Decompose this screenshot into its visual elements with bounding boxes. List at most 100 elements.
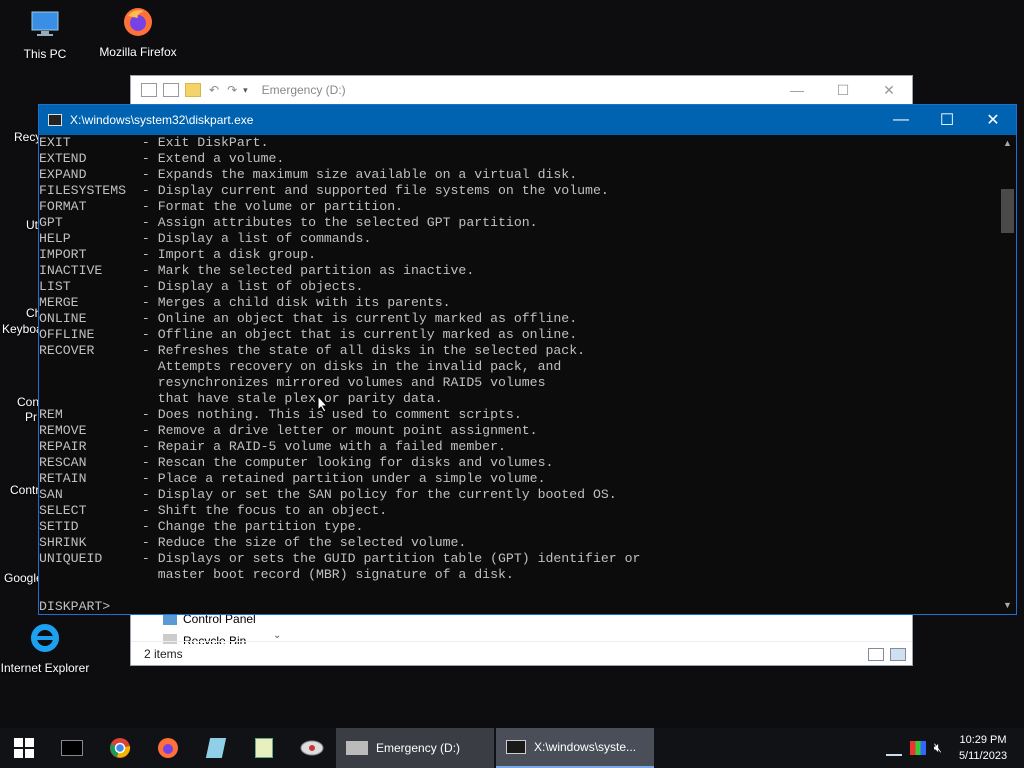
console-line: IMPORT - Import a disk group. <box>39 247 316 262</box>
desktop-icon-utilities[interactable]: Ut <box>26 218 38 232</box>
undo-icon[interactable]: ↶ <box>209 83 219 97</box>
console-line: that have stale plex or parity data. <box>39 391 443 406</box>
desktop-icon-label: Internet Explorer <box>0 661 90 675</box>
console-line: SETID - Change the partition type. <box>39 519 364 534</box>
console-line: UNIQUEID - Displays or sets the GUID par… <box>39 551 641 566</box>
taskbar: Emergency (D:) X:\windows\syste... 🔇︎ 10… <box>0 728 1024 768</box>
command-prompt-icon <box>61 740 83 756</box>
scroll-up-icon[interactable]: ▲ <box>999 135 1016 152</box>
console-line: OFFLINE - Offline an object that is curr… <box>39 327 578 342</box>
console-title: X:\windows\system32\diskpart.exe <box>70 113 254 127</box>
console-line: LIST - Display a list of objects. <box>39 279 364 294</box>
color-app-icon[interactable] <box>909 741 926 755</box>
desktop-icon-firefox[interactable]: Mozilla Firefox <box>93 6 183 59</box>
taskbar-editor-button[interactable] <box>240 728 288 768</box>
drive-icon <box>346 741 368 755</box>
notepad-plus-icon <box>255 738 273 758</box>
console-line: REM - Does nothing. This is used to comm… <box>39 407 522 422</box>
this-pc-icon <box>31 11 59 36</box>
clock[interactable]: 10:29 PM 5/11/2023 <box>950 732 1016 764</box>
console-close-button[interactable]: ✕ <box>970 105 1016 135</box>
taskbar-chrome-button[interactable] <box>96 728 144 768</box>
console-line: Attempts recovery on disks in the invali… <box>39 359 562 374</box>
windows-logo-icon <box>14 738 34 758</box>
console-icon <box>48 114 62 126</box>
network-icon[interactable] <box>885 740 902 756</box>
console-line: FORMAT - Format the volume or partition. <box>39 199 404 214</box>
console-line: master boot record (MBR) signature of a … <box>39 567 514 582</box>
console-line: resynchronizes mirrored volumes and RAID… <box>39 375 546 390</box>
taskbar-notepad-button[interactable] <box>192 728 240 768</box>
clock-date: 5/11/2023 <box>958 750 1008 762</box>
console-line: DISKPART> <box>39 599 111 614</box>
scroll-thumb[interactable] <box>1001 189 1014 233</box>
volume-muted-icon[interactable]: 🔇︎ <box>934 740 942 756</box>
explorer-title: Emergency (D:) <box>261 83 346 97</box>
desktop-icon-keyboard[interactable]: Keyboa <box>2 322 43 336</box>
desktop-icon-console[interactable]: Con <box>17 395 39 409</box>
console-minimize-button[interactable]: — <box>878 105 924 135</box>
console-line: RETAIN - Place a retained partition unde… <box>39 471 546 486</box>
console-line: RESCAN - Rescan the computer looking for… <box>39 455 554 470</box>
chrome-icon <box>110 738 131 758</box>
properties-icon[interactable] <box>163 83 179 97</box>
desktop-icon-label: Mozilla Firefox <box>99 45 177 59</box>
task-label: Emergency (D:) <box>376 741 461 755</box>
desktop-icon-internet-explorer[interactable]: Internet Explorer <box>0 622 90 675</box>
console-output[interactable]: EXIT - Exit DiskPart. EXTEND - Extend a v… <box>39 135 999 614</box>
clock-time: 10:29 PM <box>959 734 1007 746</box>
start-button[interactable] <box>0 728 48 768</box>
firefox-icon <box>124 8 152 36</box>
console-line: GPT - Assign attributes to the selected … <box>39 215 538 230</box>
console-line: HELP - Display a list of commands. <box>39 231 372 246</box>
item-count: 2 items <box>144 646 183 661</box>
taskbar-tool-button[interactable] <box>288 728 336 768</box>
taskbar-task-explorer[interactable]: Emergency (D:) <box>336 728 494 768</box>
large-icons-view-icon[interactable] <box>890 648 906 661</box>
drive-icon <box>141 83 157 97</box>
system-tray: 🔇︎ 10:29 PM 5/11/2023 <box>885 728 1024 768</box>
console-line: SAN - Display or set the SAN policy for … <box>39 487 617 502</box>
console-line: SHRINK - Reduce the size of the selected… <box>39 535 467 550</box>
nav-scroll-down-icon[interactable]: ⌄ <box>273 630 281 641</box>
desktop-icon-control[interactable]: Contr <box>10 483 39 497</box>
console-line: EXIT - Exit DiskPart. <box>39 135 269 150</box>
taskbar-cmd-button[interactable] <box>48 728 96 768</box>
desktop-icon-this-pc[interactable]: This PC <box>0 8 90 61</box>
console-maximize-button[interactable]: ☐ <box>924 105 970 135</box>
details-view-icon[interactable] <box>868 648 884 661</box>
firefox-icon <box>158 738 178 758</box>
folder-icon[interactable] <box>185 83 201 97</box>
console-line: ONLINE - Online an object that is curren… <box>39 311 578 326</box>
task-label: X:\windows\syste... <box>534 740 637 754</box>
console-line: RECOVER - Refreshes the state of all dis… <box>39 343 586 358</box>
console-line: REMOVE - Remove a drive letter or mount … <box>39 423 538 438</box>
console-line: MERGE - Merges a child disk with its par… <box>39 295 451 310</box>
mouse-cursor-icon <box>317 395 329 413</box>
taskbar-firefox-button[interactable] <box>144 728 192 768</box>
console-line: SELECT - Shift the focus to an object. <box>39 503 388 518</box>
console-title-bar[interactable]: X:\windows\system32\diskpart.exe — ☐ ✕ <box>39 105 1016 135</box>
desktop-icon-label: This PC <box>23 47 67 61</box>
console-line: EXTEND - Extend a volume. <box>39 151 285 166</box>
console-icon <box>506 740 526 754</box>
redo-icon[interactable]: ↷ <box>227 83 237 97</box>
explorer-minimize-button[interactable]: — <box>774 76 820 104</box>
explorer-status-bar: 2 items <box>131 641 912 665</box>
taskbar-task-diskpart[interactable]: X:\windows\syste... <box>496 728 654 768</box>
console-line: FILESYSTEMS - Display current and suppor… <box>39 183 609 198</box>
console-scrollbar[interactable]: ▲ ▼ <box>999 135 1016 614</box>
notepad-icon <box>205 738 227 758</box>
diskpart-console-window[interactable]: X:\windows\system32\diskpart.exe — ☐ ✕ E… <box>38 104 1017 615</box>
desktop-icon-google[interactable]: Google <box>4 571 43 585</box>
explorer-maximize-button[interactable]: ☐ <box>820 76 866 104</box>
scroll-down-icon[interactable]: ▼ <box>999 597 1016 614</box>
quick-access-dropdown-icon[interactable]: ▾ <box>243 85 248 96</box>
console-line: INACTIVE - Mark the selected partition a… <box>39 263 475 278</box>
console-line: EXPAND - Expands the maximum size availa… <box>39 167 578 182</box>
desktop-icon-console-label-2[interactable]: Pr <box>25 410 37 424</box>
disk-tool-icon <box>300 740 324 756</box>
explorer-title-bar[interactable]: ↶ ↷ ▾ Emergency (D:) — ☐ ✕ <box>131 76 912 104</box>
explorer-close-button[interactable]: ✕ <box>866 76 912 104</box>
